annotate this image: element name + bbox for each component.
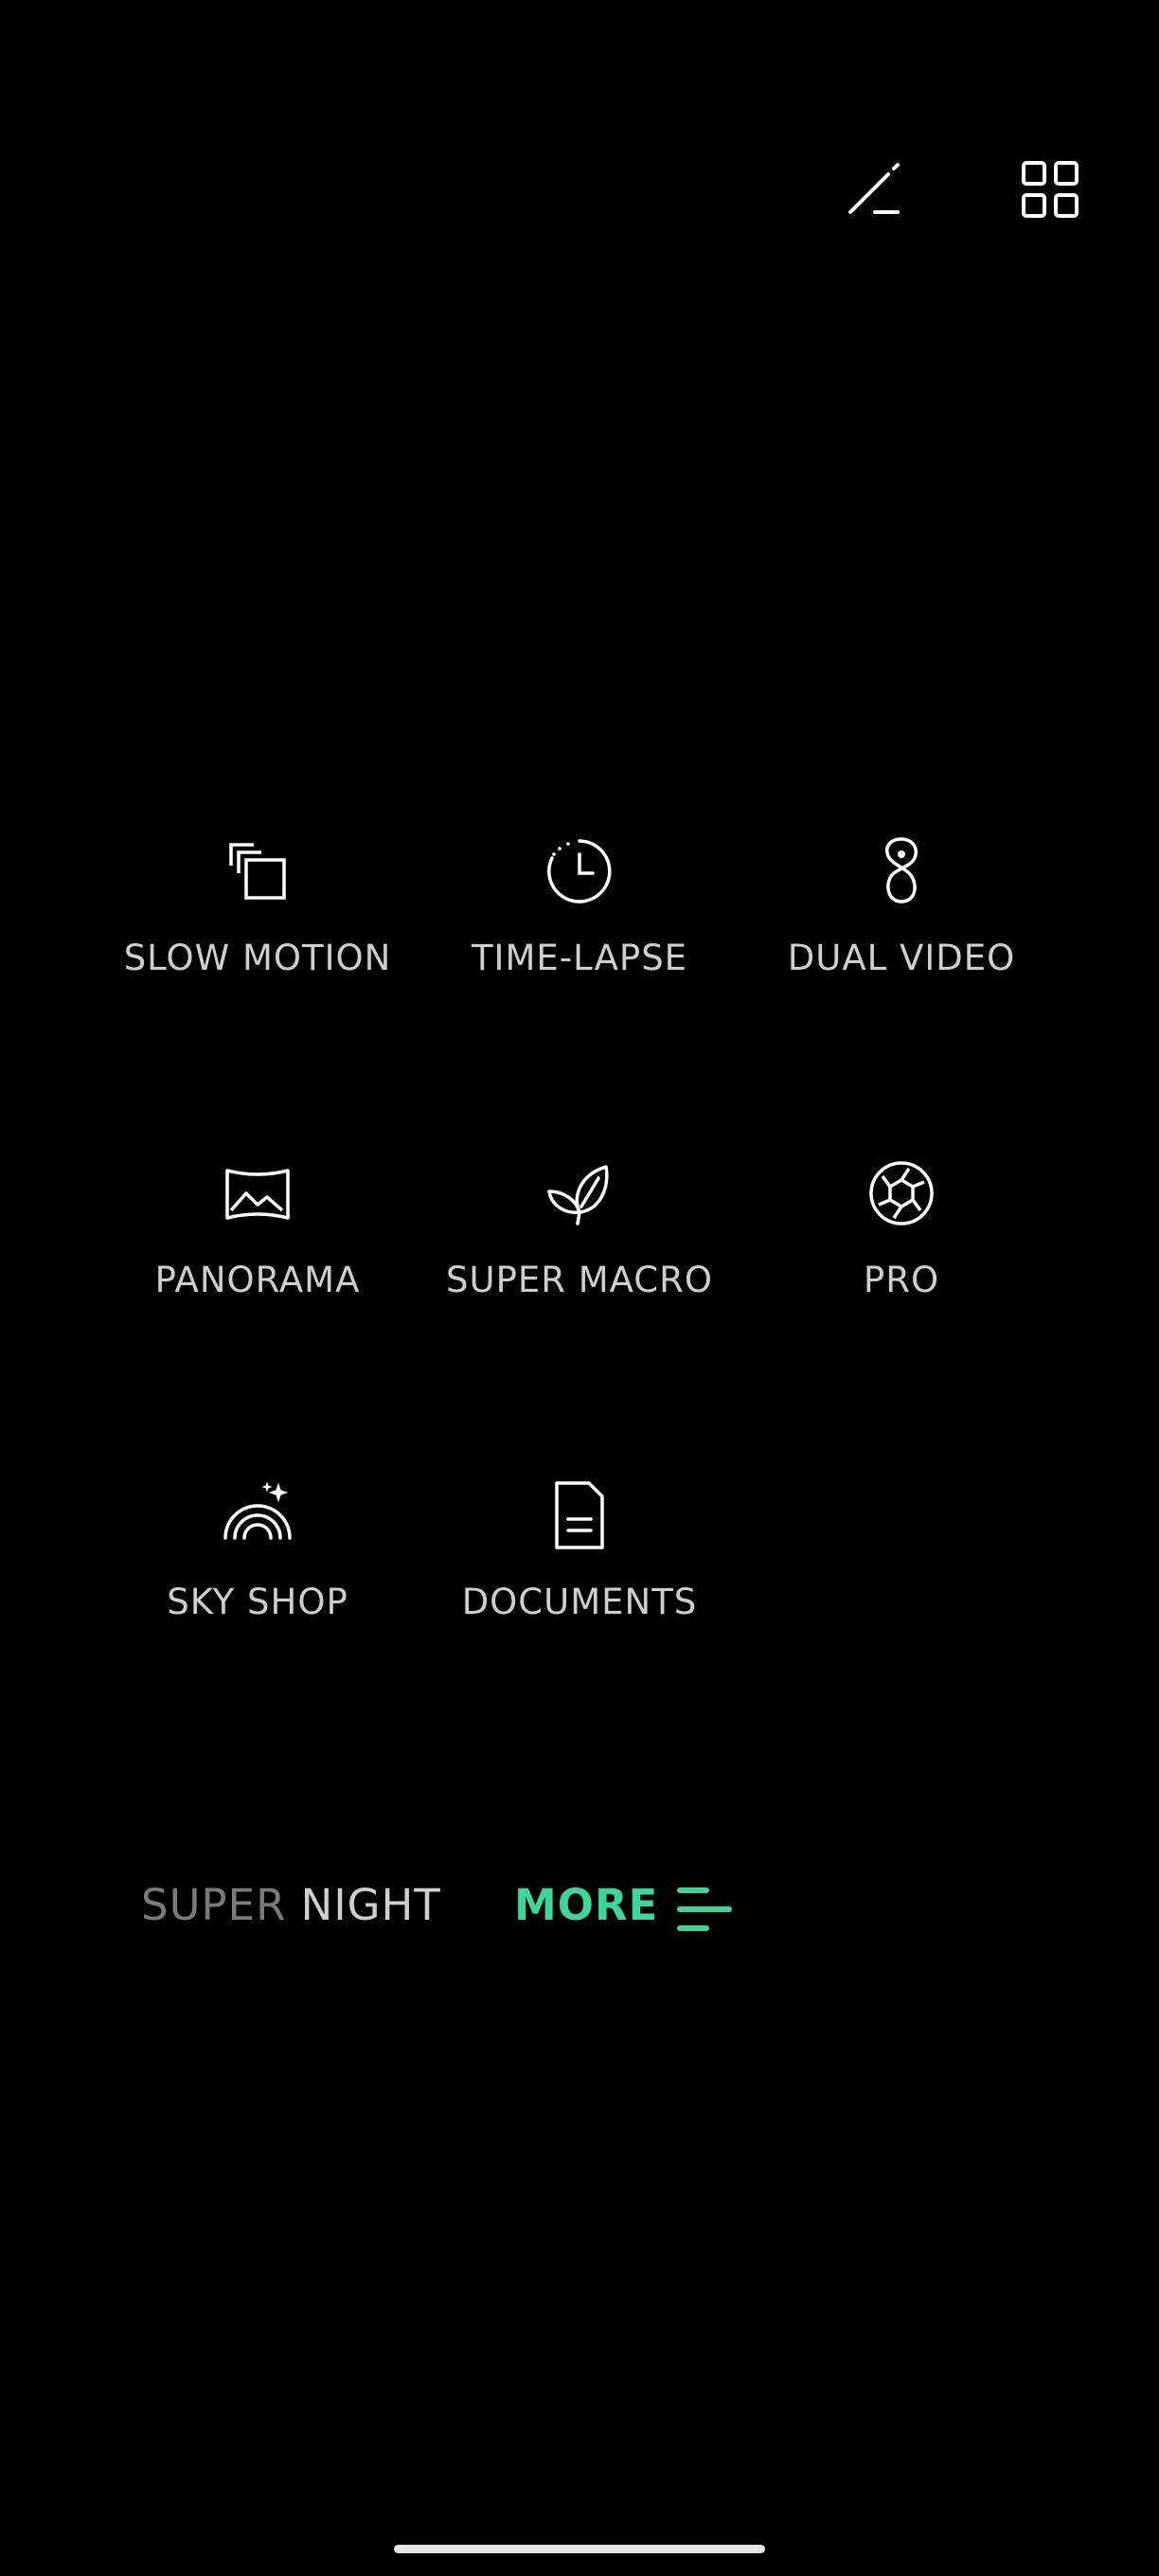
- edit-button[interactable]: [833, 150, 918, 235]
- mode-label: SLOW MOTION: [123, 938, 392, 978]
- panorama-icon: [220, 1155, 295, 1231]
- mode-documents[interactable]: DOCUMENTS: [419, 1477, 740, 1622]
- mode-pro[interactable]: PRO: [740, 1155, 1062, 1300]
- mode-slow-motion[interactable]: SLOW MOTION: [97, 833, 419, 978]
- mode-label: TIME-LAPSE: [471, 938, 688, 978]
- mode-super-macro[interactable]: SUPER MACRO: [419, 1155, 740, 1300]
- menu-lines-icon[interactable]: [672, 1877, 739, 1947]
- dual-video-icon: [864, 833, 939, 909]
- mode-super-night[interactable]: SUPER NIGHT: [141, 1880, 441, 1930]
- time-lapse-icon: [542, 833, 617, 909]
- sky-shop-icon: [220, 1477, 295, 1553]
- mode-label: PRO: [863, 1260, 940, 1300]
- super-night-suffix: NIGHT: [300, 1880, 441, 1930]
- pro-aperture-icon: [864, 1155, 939, 1231]
- grid-layout-button[interactable]: [1008, 150, 1094, 235]
- mode-label: PANORAMA: [154, 1260, 361, 1300]
- mode-label: DOCUMENTS: [461, 1582, 698, 1622]
- pencil-edit-icon: [843, 157, 909, 227]
- slow-motion-icon: [220, 833, 295, 909]
- super-macro-icon: [542, 1155, 617, 1231]
- mode-label: SKY SHOP: [167, 1582, 348, 1622]
- more-label: MORE: [514, 1880, 659, 1930]
- home-indicator[interactable]: [394, 2545, 765, 2553]
- mode-selector-strip: SUPER NIGHT MORE: [0, 1880, 1159, 1946]
- more-button[interactable]: MORE: [514, 1880, 658, 1930]
- mode-dual-video[interactable]: DUAL VIDEO: [740, 833, 1062, 978]
- mode-label: DUAL VIDEO: [787, 938, 1016, 978]
- mode-time-lapse[interactable]: TIME-LAPSE: [419, 833, 740, 978]
- documents-icon: [542, 1477, 617, 1553]
- super-night-prefix: SUPER: [141, 1880, 287, 1930]
- mode-panorama[interactable]: PANORAMA: [97, 1155, 419, 1300]
- mode-sky-shop[interactable]: SKY SHOP: [97, 1477, 419, 1622]
- mode-label: SUPER MACRO: [446, 1260, 713, 1300]
- grid-layout-icon: [1018, 157, 1084, 227]
